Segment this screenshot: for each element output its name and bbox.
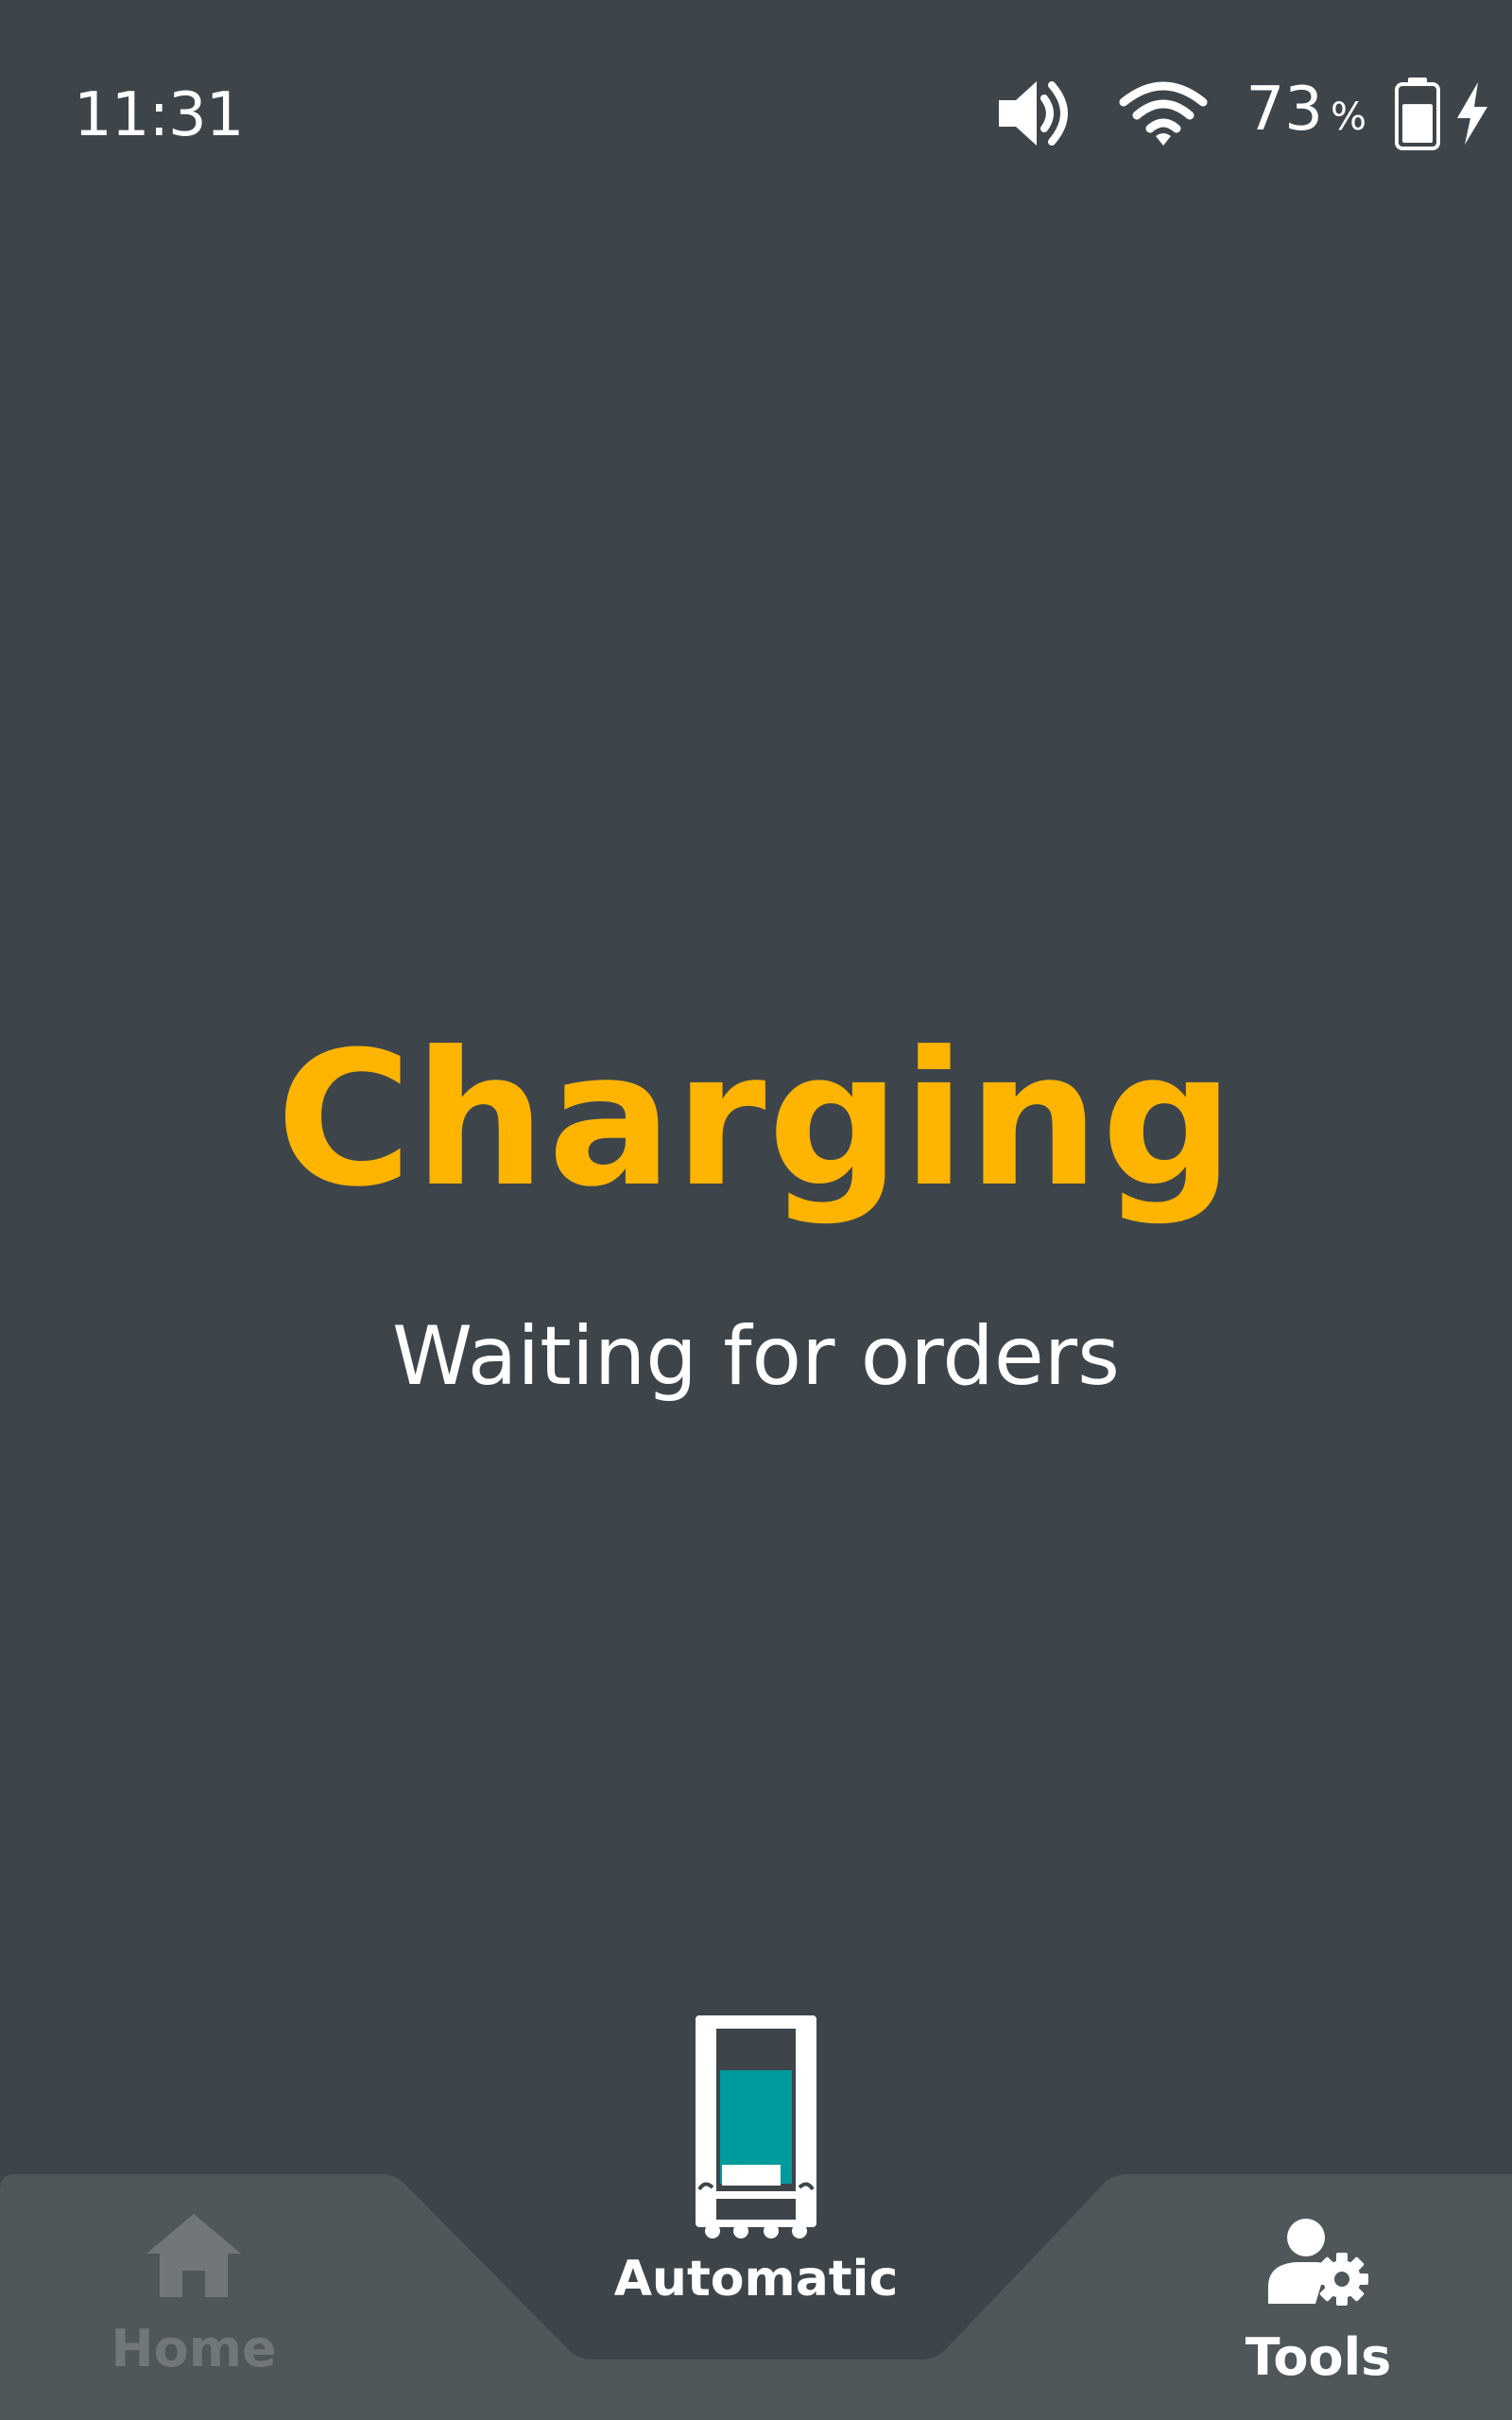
status-title: Charging [276,1012,1236,1228]
status-subtitle: Waiting for orders [392,1309,1120,1404]
nav-home-label: Home [111,2319,277,2378]
battery-percent-value: 73 [1246,75,1323,145]
nav-automatic[interactable]: Automatic [567,2012,945,2312]
battery-icon [1395,78,1440,150]
volume-icon [998,81,1068,146]
charging-bolt-icon [1457,82,1487,145]
status-icons: 73% [995,66,1493,161]
nav-automatic-label: Automatic [613,2251,899,2308]
status-time: 11:31 [74,80,244,150]
screen: 11:31 73% Charging Waiting for orders Ho… [0,0,1512,2420]
battery-percent-sign: % [1330,95,1366,139]
wifi-icon [1119,81,1208,146]
battery-percent: 73% [1246,62,1366,164]
nav-tools-label: Tools [1245,2327,1392,2387]
nav-tools[interactable]: Tools [1200,2217,1436,2391]
home-icon [146,2214,241,2297]
vehicle-icon [696,2015,816,2238]
user-gear-icon [1268,2219,1368,2306]
nav-home[interactable]: Home [76,2212,312,2382]
